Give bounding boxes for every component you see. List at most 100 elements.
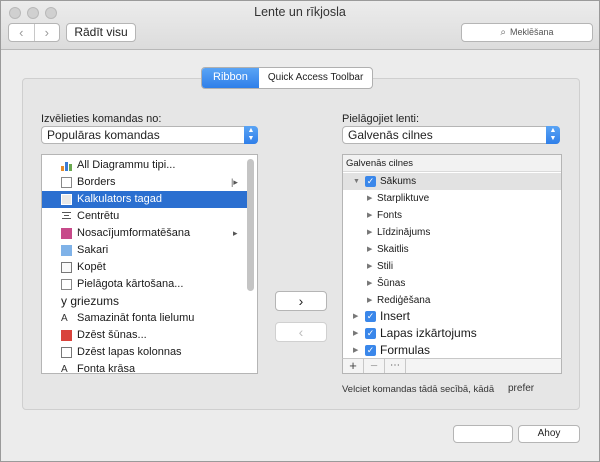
show-all-button[interactable]: Rādīt visu (66, 23, 136, 42)
collapsed-triangle-icon: ▶ (367, 280, 373, 287)
tree-item-label: Formulas (380, 343, 431, 357)
ribbon-tabs-value: Galvenās cilnes (348, 128, 433, 142)
borders-icon (61, 177, 72, 188)
commands-source-value: Populāras komandas (47, 128, 160, 142)
tree-item-label: Fonts (377, 210, 403, 221)
list-item[interactable]: Pielāgota kārtošana... (42, 276, 248, 293)
calculator-icon (61, 194, 72, 205)
tab-switcher: Ribbon Quick Access Toolbar (201, 67, 374, 89)
connect-icon (61, 245, 72, 256)
drag-hint-text: Velciet komandas tādā secībā, kādā (342, 384, 495, 395)
delete-cells-icon (61, 330, 72, 341)
sort-icon (61, 279, 72, 290)
ribbon-tabs-select[interactable]: Galvenās cilnes ▲ ▼ (342, 126, 560, 144)
tree-item-formulas[interactable]: ▶ ✓ Formulas (343, 342, 561, 359)
collapsed-triangle-icon: ▶ (353, 330, 359, 337)
list-item-label: Samazināt fonta lielumu (77, 312, 195, 324)
tree-item-label: Insert (380, 309, 411, 323)
collapsed-triangle-icon: ▶ (367, 263, 373, 270)
commands-source-select[interactable]: Populāras komandas ▲ ▼ (41, 126, 258, 144)
list-item-label: Pielāgota kārtošana... (77, 278, 184, 290)
list-item-selected[interactable]: Kalkulators tagad (42, 191, 248, 208)
tree-item-sunas[interactable]: ▶ Šūnas (343, 275, 561, 292)
add-to-ribbon-button[interactable]: › (275, 291, 327, 311)
commands-scrollbar[interactable] (247, 159, 254, 291)
back-forward-group: ‹ › (8, 23, 60, 42)
list-item-label: Dzēst lapas kolonnas (77, 346, 182, 358)
select-arrows-icon: ▲ ▼ (244, 126, 258, 144)
collapsed-triangle-icon: ▶ (353, 313, 359, 320)
center-icon (61, 211, 72, 222)
list-item-label: All Diagrammu tipi... (77, 159, 176, 171)
collapsed-triangle-icon: ▶ (367, 246, 373, 253)
collapsed-triangle-icon: ▶ (367, 229, 373, 236)
tree-header: Galvenās cilnes (343, 155, 561, 172)
collapsed-triangle-icon: ▶ (367, 212, 373, 219)
tree-item-stili[interactable]: ▶ Stili (343, 258, 561, 275)
tree-item-lidzinajums[interactable]: ▶ Līdzinājums (343, 224, 561, 241)
tree-item-skaitlis[interactable]: ▶ Skaitlis (343, 241, 561, 258)
checkbox-checked[interactable]: ✓ (365, 345, 376, 356)
list-item[interactable]: y griezums (42, 293, 248, 310)
back-button[interactable]: ‹ (9, 24, 35, 41)
tree-item-sakums[interactable]: ▼ ✓ Sākums (343, 173, 561, 190)
list-item-label: Borders (77, 176, 116, 188)
tree-item-redigesana[interactable]: ▶ Rediģēšana (343, 292, 561, 309)
list-item[interactable]: A Fonta krāsa (42, 361, 248, 373)
preferences-window: Lente un rīkjosla ‹ › Rādīt visu ⌕ Meklēš… (0, 0, 600, 462)
search-icon: ⌕ (500, 27, 507, 38)
list-item-label: Kalkulators tagad (77, 193, 162, 205)
collapsed-triangle-icon: ▶ (367, 195, 373, 202)
tab-quick-access-toolbar[interactable]: Quick Access Toolbar (259, 68, 372, 88)
checkbox-checked[interactable]: ✓ (365, 311, 376, 322)
remove-from-ribbon-button[interactable]: ‹ (275, 322, 327, 342)
tree-item-label: Līdzinājums (377, 227, 431, 238)
expanded-triangle-icon: ▼ (353, 178, 360, 185)
copy-icon (61, 262, 72, 273)
tree-item-label: Stili (377, 261, 394, 272)
list-item-label: Centrētu (77, 210, 120, 222)
tree-item-starpliktuve[interactable]: ▶ Starpliktuve (343, 190, 561, 207)
tree-item-lapas-izkartojums[interactable]: ▶ ✓ Lapas izkārtojums (343, 325, 561, 342)
search-field[interactable]: ⌕ Meklēšana (461, 23, 593, 42)
list-item-label: y griezums (61, 294, 120, 308)
ok-button[interactable]: Ahoy (518, 425, 580, 443)
add-tab-button[interactable]: + (343, 359, 364, 373)
list-item-label: Nosacījumformatēšana (77, 227, 191, 239)
list-item[interactable]: Dzēst šūnas... (42, 327, 248, 344)
list-item[interactable]: Nosacījumformatēšana ▸ (42, 225, 248, 242)
collapsed-triangle-icon: ▶ (353, 347, 359, 354)
tab-ribbon[interactable]: Ribbon (202, 68, 259, 88)
list-item[interactable]: Kopēt (42, 259, 248, 276)
tree-item-label: Sākums (380, 176, 417, 187)
list-item[interactable]: All Diagrammu tipi... (42, 157, 248, 174)
conditional-format-icon (61, 228, 72, 239)
forward-button[interactable]: › (35, 24, 60, 41)
tree-item-fonts[interactable]: ▶ Fonts (343, 207, 561, 224)
more-options-icon[interactable]: ⋯ (385, 359, 406, 373)
drag-hint-text-continued: prefer (508, 383, 535, 394)
decrease-font-icon: A (61, 313, 68, 324)
list-item[interactable]: Centrētu (42, 208, 248, 225)
tree-item-label: Starpliktuve (377, 193, 430, 204)
remove-tab-button[interactable]: − (364, 359, 385, 373)
delete-columns-icon (61, 347, 72, 358)
checkbox-checked[interactable]: ✓ (365, 328, 376, 339)
list-item[interactable]: Sakari (42, 242, 248, 259)
select-arrows-icon: ▲ ▼ (546, 126, 560, 144)
search-placeholder: Meklēšana (510, 27, 554, 37)
submenu-arrow-icon: |▸ (231, 177, 238, 187)
choose-commands-label: Izvēlieties komandas no: (41, 113, 162, 125)
list-item[interactable]: A Samazināt fonta lielumu (42, 310, 248, 327)
title-bar: Lente un rīkjosla ‹ › Rādīt visu ⌕ Meklēš… (1, 1, 599, 50)
checkbox-checked[interactable]: ✓ (365, 176, 376, 187)
list-item[interactable]: Dzēst lapas kolonnas (42, 344, 248, 361)
list-item-label: Kopēt (77, 261, 106, 273)
tree-footer-toolbar: + − ⋯ (342, 358, 562, 374)
list-item[interactable]: Borders |▸ (42, 174, 248, 191)
ribbon-tabs-tree[interactable]: Galvenās cilnes ▼ ✓ Sākums ▶ Starpliktuv… (342, 154, 562, 374)
tree-item-insert[interactable]: ▶ ✓ Insert (343, 308, 561, 325)
cancel-button[interactable] (453, 425, 513, 443)
list-item-label: Sakari (77, 244, 109, 256)
commands-list[interactable]: All Diagrammu tipi... Borders |▸ Kalkula… (41, 154, 258, 374)
